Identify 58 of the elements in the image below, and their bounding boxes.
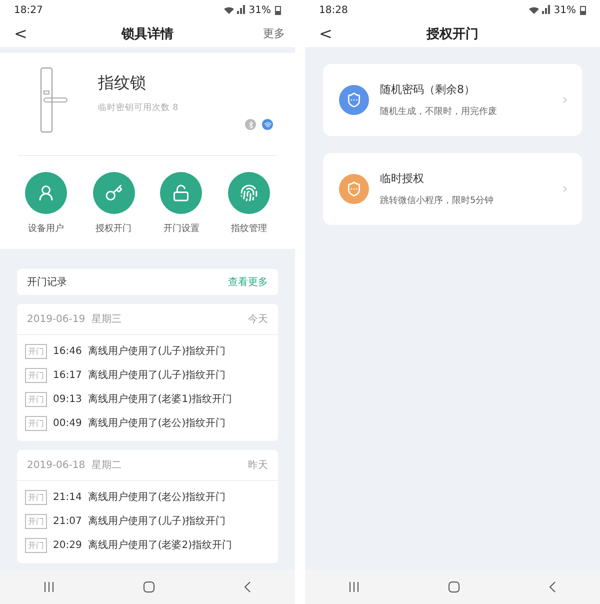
relative-day: 今天: [248, 312, 268, 326]
auth-option[interactable]: 临时授权 跳转微信小程序，限时5分钟: [323, 153, 582, 225]
record-date: 2019-06-18 星期二: [27, 458, 122, 472]
record-text: 离线用户使用了(儿子)指纹开门: [88, 514, 226, 528]
record-tag: 开门: [25, 392, 47, 406]
battery-text: 31%: [554, 4, 576, 16]
user-icon: [37, 184, 55, 202]
record-time: 21:07: [53, 516, 82, 526]
page-title: 锁具详情: [122, 26, 174, 42]
record-tag: 开门: [25, 416, 47, 430]
page-title: 授权开门: [426, 26, 478, 42]
auth-option[interactable]: 随机密码（剩余8） 随机生成，不限时，用完作废: [323, 64, 582, 136]
lock-subtitle: 临时密钥可用次数 8: [98, 102, 178, 114]
option-title: 随机密码（剩余8）: [380, 82, 476, 97]
back-button[interactable]: <: [10, 24, 32, 43]
record-text: 离线用户使用了(老公)指纹开门: [88, 490, 226, 504]
home-icon[interactable]: [448, 581, 460, 593]
record-tag: 开门: [25, 490, 47, 504]
home-icon[interactable]: [142, 581, 155, 593]
record-time: 20:29: [53, 540, 82, 550]
record-tag: 开门: [25, 538, 47, 552]
fingerprint-icon: [240, 184, 258, 202]
battery-text: 31%: [248, 4, 271, 16]
battery-icon: [275, 5, 281, 15]
battery-icon: [580, 5, 586, 15]
back-icon[interactable]: [244, 581, 251, 593]
record-text: 离线用户使用了(老公)指纹开门: [88, 416, 226, 430]
status-time: 18:28: [319, 4, 348, 16]
recents-icon[interactable]: [44, 582, 54, 592]
recents-icon[interactable]: [349, 582, 360, 592]
signal-icon: [222, 5, 245, 15]
records-title: 开门记录: [27, 276, 67, 289]
relative-day: 昨天: [248, 458, 268, 472]
back-icon[interactable]: [548, 581, 556, 593]
record-time: 09:13: [53, 394, 82, 404]
lock-icon: [172, 184, 190, 202]
record-text: 离线用户使用了(儿子)指纹开门: [88, 368, 226, 382]
record-time: 16:46: [53, 346, 82, 356]
record-time: 00:49: [53, 418, 82, 428]
record-text: 离线用户使用了(儿子)指纹开门: [88, 344, 226, 358]
option-description: 随机生成，不限时，用完作废: [380, 106, 498, 118]
record-tag: 开门: [25, 514, 47, 528]
key-icon: [104, 184, 123, 202]
lock-name: 指纹锁: [98, 73, 147, 94]
record-time: 16:17: [53, 370, 82, 380]
record-text: 离线用户使用了(老婆1)指纹开门: [88, 392, 232, 406]
record-text: 离线用户使用了(老婆2)指纹开门: [88, 538, 232, 552]
option-title: 临时授权: [380, 171, 425, 186]
signal-icon: [528, 5, 550, 15]
record-tag: 开门: [25, 344, 47, 358]
door-lock-drawing: [40, 67, 68, 133]
record-time: 21:14: [53, 492, 82, 502]
record-tag: 开门: [25, 368, 47, 382]
status-time: 18:27: [14, 4, 43, 16]
record-date: 2019-06-19 星期三: [27, 312, 122, 326]
more-button[interactable]: 更多: [263, 26, 285, 41]
back-button[interactable]: <: [315, 24, 336, 43]
option-description: 跳转微信小程序，限时5分钟: [380, 194, 495, 207]
